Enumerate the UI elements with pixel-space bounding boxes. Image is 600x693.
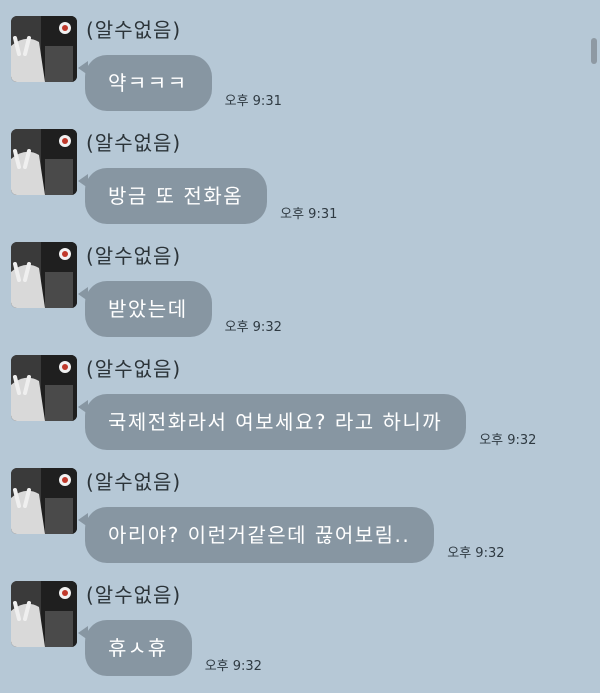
message-row: (알수없음) 휴ㅅ휴 오후 9:32 xyxy=(0,565,600,678)
message-row: (알수없음) 약ㅋㅋㅋ 오후 9:31 xyxy=(0,0,600,113)
avatar-photo xyxy=(11,242,77,308)
sender-name: (알수없음) xyxy=(86,583,182,607)
message-time: 오후 9:32 xyxy=(224,320,282,335)
message-row: (알수없음) 국제전화라서 여보세요? 라고 하니까 오후 9:32 xyxy=(0,339,600,452)
scrollbar-thumb[interactable] xyxy=(591,38,597,64)
message-time: 오후 9:32 xyxy=(447,546,505,561)
avatar-photo xyxy=(11,581,77,647)
message-bubble[interactable]: 아리야? 이런거같은데 끊어보림.. xyxy=(77,507,435,563)
sender-name: (알수없음) xyxy=(86,18,182,42)
sender-name: (알수없음) xyxy=(86,244,182,268)
avatar[interactable] xyxy=(11,355,77,421)
message-time: 오후 9:31 xyxy=(280,207,338,222)
message-row: (알수없음) 방금 또 전화옴 오후 9:31 xyxy=(0,113,600,226)
message-bubble[interactable]: 받았는데 xyxy=(78,281,212,337)
avatar[interactable] xyxy=(11,242,77,308)
message-bubble[interactable]: 국제전화라서 여보세요? 라고 하니까 xyxy=(77,394,467,450)
chat-area[interactable]: (알수없음) 약ㅋㅋㅋ 오후 9:31 (알수없음) 방금 또 전화옴 오후 9… xyxy=(0,0,600,693)
avatar[interactable] xyxy=(11,468,77,534)
avatar-photo xyxy=(11,129,77,195)
message-time: 오후 9:32 xyxy=(204,659,262,674)
avatar-photo xyxy=(11,16,77,82)
sender-name: (알수없음) xyxy=(86,131,182,155)
message-time: 오후 9:31 xyxy=(224,94,282,109)
message-row: (알수없음) 아리야? 이런거같은데 끊어보림.. 오후 9:32 xyxy=(0,452,600,565)
message-bubble[interactable]: 방금 또 전화옴 xyxy=(77,168,268,224)
message-time: 오후 9:32 xyxy=(479,433,537,448)
message-bubble[interactable]: 약ㅋㅋㅋ xyxy=(78,55,212,111)
sender-name: (알수없음) xyxy=(86,357,182,381)
sender-name: (알수없음) xyxy=(86,470,182,494)
avatar[interactable] xyxy=(11,16,77,82)
message-row: (알수없음) 받았는데 오후 9:32 xyxy=(0,226,600,339)
message-bubble[interactable]: 휴ㅅ휴 xyxy=(78,620,192,676)
avatar[interactable] xyxy=(11,129,77,195)
avatar[interactable] xyxy=(11,581,77,647)
avatar-photo xyxy=(11,468,77,534)
avatar-photo xyxy=(11,355,77,421)
